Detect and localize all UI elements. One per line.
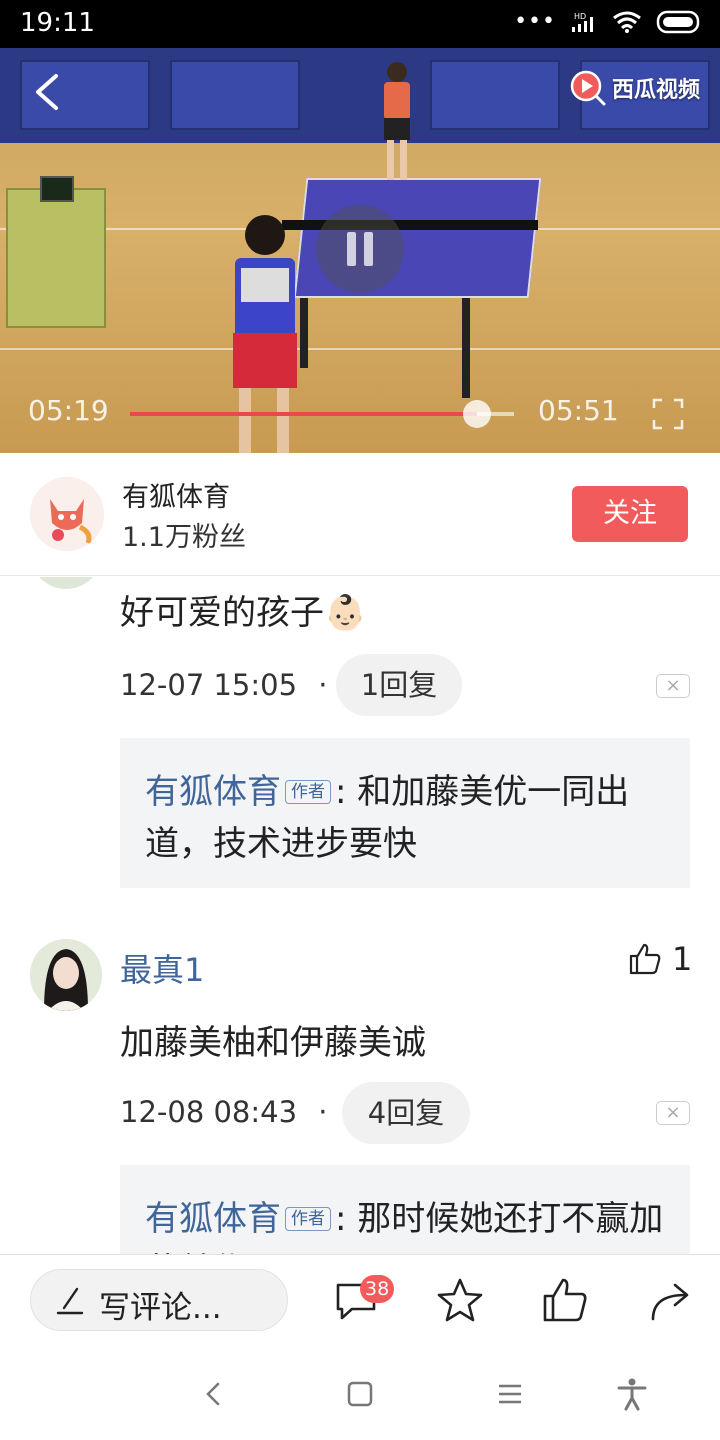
comment-time: 12-08 08:43 ·	[120, 1095, 328, 1129]
status-bar: 19:11 ••• HD	[0, 0, 720, 48]
like-count: 1	[672, 940, 693, 978]
comment-date: 12-07 15:05	[120, 668, 298, 702]
video-scene-scoreboard	[40, 176, 74, 202]
system-nav-bar	[0, 1346, 720, 1440]
author-reply: 有狐体育 作者: 和加藤美优一同出道，技术进步要快	[145, 766, 675, 870]
action-bar: 写评论... 38	[0, 1254, 720, 1346]
video-scene-panel	[170, 60, 300, 130]
video-scene-panel	[430, 60, 560, 130]
author-name[interactable]: 有狐体育	[122, 475, 230, 514]
progress-bar[interactable]	[130, 400, 514, 428]
nav-menu-icon[interactable]	[492, 1376, 528, 1412]
fullscreen-icon[interactable]	[652, 398, 684, 430]
meta-separator: ·	[318, 1095, 328, 1129]
progress-knob[interactable]	[463, 400, 492, 428]
video-scene-table-leg	[462, 298, 470, 398]
author-tag: 作者	[285, 1207, 331, 1231]
pen-icon	[56, 1287, 84, 1315]
battery-icon	[656, 10, 700, 34]
fox-logo-icon	[30, 477, 104, 551]
user-avatar-image	[30, 939, 102, 1011]
like-button[interactable]: 1	[628, 940, 692, 978]
comment-avatar[interactable]	[30, 939, 102, 1011]
video-player[interactable]: 西瓜视频 05:19 05:51	[0, 48, 720, 453]
more-notifications-icon: •••	[514, 9, 556, 34]
progress-fill	[130, 412, 478, 416]
svg-text:HD: HD	[574, 12, 586, 21]
xigua-logo-icon	[570, 70, 606, 106]
nav-home-icon[interactable]	[342, 1376, 378, 1412]
brand-name: 西瓜视频	[611, 78, 700, 103]
duration: 05:51	[538, 394, 619, 427]
comment-time: 12-07 15:05 ·	[120, 668, 328, 702]
author-fans: 1.1万粉丝	[122, 522, 246, 553]
comment-username[interactable]: 最真1	[120, 945, 204, 991]
meta-separator: ·	[318, 668, 328, 702]
video-scene-umpire-table	[6, 188, 106, 328]
back-arrow-icon[interactable]	[28, 70, 68, 114]
wifi-icon	[613, 11, 641, 33]
signal-icon: HD	[572, 12, 593, 32]
thumbs-up-icon[interactable]	[540, 1275, 590, 1325]
dismiss-button[interactable]: ×	[656, 1101, 690, 1125]
reply-author-name[interactable]: 有狐体育	[145, 1199, 281, 1239]
replies-button[interactable]: 1回复	[336, 654, 462, 716]
status-icons: ••• HD	[514, 10, 702, 34]
author-bar: 有狐体育 1.1万粉丝 关注	[0, 453, 720, 576]
write-comment-placeholder: 写评论...	[99, 1290, 222, 1326]
status-time: 19:11	[20, 8, 95, 38]
pause-icon	[364, 232, 373, 266]
pause-icon	[347, 232, 356, 266]
accessibility-icon[interactable]	[614, 1376, 650, 1412]
author-tag: 作者	[285, 780, 331, 804]
author-avatar[interactable]	[30, 477, 104, 551]
author-reply-box[interactable]: 有狐体育 作者: 和加藤美优一同出道，技术进步要快	[120, 738, 690, 888]
watermark-brand: 西瓜视频	[568, 68, 700, 108]
current-time: 05:19	[28, 394, 109, 427]
comment-count-badge: 38	[360, 1275, 395, 1303]
video-scene-player-near	[233, 215, 297, 453]
comment-text: 加藤美柚和伊藤美诚	[120, 1023, 426, 1063]
dismiss-button[interactable]: ×	[656, 674, 690, 698]
replies-button[interactable]: 4回复	[342, 1082, 470, 1144]
nav-back-icon[interactable]	[196, 1376, 232, 1412]
comment-text: 好可爱的孩子👶🏻	[120, 593, 367, 633]
video-scene-line	[0, 348, 720, 350]
reply-author-name[interactable]: 有狐体育	[145, 772, 281, 812]
author-reply-box[interactable]: 有狐体育作者: 那时候她还打不赢加藤美优😂	[120, 1165, 690, 1254]
author-reply: 有狐体育作者: 那时候她还打不赢加藤美优😂	[145, 1193, 675, 1254]
star-icon[interactable]	[435, 1275, 485, 1325]
thumbs-up-icon	[629, 943, 661, 975]
video-scene-player-far	[384, 62, 410, 180]
comment-avatar[interactable]	[30, 577, 102, 589]
comment-list[interactable]: 好可爱的孩子👶🏻 12-07 15:05 · 1回复 × 有狐体育 作者: 和加藤…	[0, 577, 720, 1254]
pause-button[interactable]	[316, 205, 404, 293]
follow-button[interactable]: 关注	[572, 486, 688, 542]
write-comment-input[interactable]: 写评论...	[30, 1269, 288, 1331]
comment-date: 12-08 08:43	[120, 1095, 298, 1129]
share-icon[interactable]	[645, 1275, 695, 1325]
